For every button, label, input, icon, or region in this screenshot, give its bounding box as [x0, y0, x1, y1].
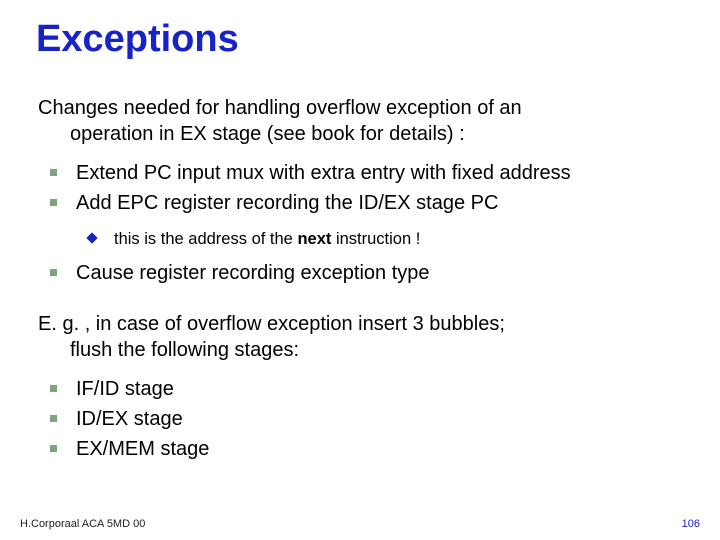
list-item: Cause register recording exception type — [36, 260, 684, 286]
sub-bullet-suffix: instruction ! — [331, 230, 420, 248]
sub-bullet-prefix: this is the address of the — [114, 230, 297, 248]
slide-body: Changes needed for handling overflow exc… — [36, 95, 684, 463]
slide: Exceptions Changes needed for handling o… — [0, 0, 720, 540]
square-bullet-icon — [50, 415, 57, 422]
square-bullet-icon — [50, 385, 57, 392]
spacer — [36, 299, 684, 311]
bullet-list-2: Cause register recording exception type — [36, 260, 684, 286]
diamond-bullet-icon — [86, 232, 97, 243]
list-item: ID/EX stage — [36, 406, 684, 432]
bullet-text: Cause register recording exception type — [76, 262, 430, 284]
para2-line2: flush the following stages: — [38, 337, 684, 363]
slide-footer: H.Corporaal ACA 5MD 00 106 — [20, 518, 700, 530]
square-bullet-icon — [50, 199, 57, 206]
page-number: 106 — [682, 518, 700, 530]
para1-line2: operation in EX stage (see book for deta… — [38, 121, 684, 147]
bullet-text: Add EPC register recording the ID/EX sta… — [76, 192, 498, 214]
list-item: EX/MEM stage — [36, 436, 684, 462]
sub-bullet-bold: next — [297, 230, 331, 248]
bullet-list-3: IF/ID stage ID/EX stage EX/MEM stage — [36, 376, 684, 463]
bullet-text: EX/MEM stage — [76, 438, 209, 460]
square-bullet-icon — [50, 445, 57, 452]
bullet-text: Extend PC input mux with extra entry wit… — [76, 162, 571, 184]
bullet-text: ID/EX stage — [76, 408, 183, 430]
list-item: Extend PC input mux with extra entry wit… — [36, 160, 684, 186]
square-bullet-icon — [50, 169, 57, 176]
list-item: Add EPC register recording the ID/EX sta… — [36, 190, 684, 216]
sub-bullet-list: this is the address of the next instruct… — [36, 229, 684, 251]
paragraph-1: Changes needed for handling overflow exc… — [38, 95, 684, 148]
list-item: IF/ID stage — [36, 376, 684, 402]
list-item: this is the address of the next instruct… — [36, 229, 684, 251]
para2-line1: E. g. , in case of overflow exception in… — [38, 311, 684, 337]
footer-author: H.Corporaal ACA 5MD 00 — [20, 518, 145, 530]
slide-title: Exceptions — [36, 18, 684, 61]
paragraph-2: E. g. , in case of overflow exception in… — [38, 311, 684, 364]
square-bullet-icon — [50, 269, 57, 276]
bullet-text: IF/ID stage — [76, 378, 174, 400]
bullet-list-1: Extend PC input mux with extra entry wit… — [36, 160, 684, 217]
para1-line1: Changes needed for handling overflow exc… — [38, 95, 684, 121]
